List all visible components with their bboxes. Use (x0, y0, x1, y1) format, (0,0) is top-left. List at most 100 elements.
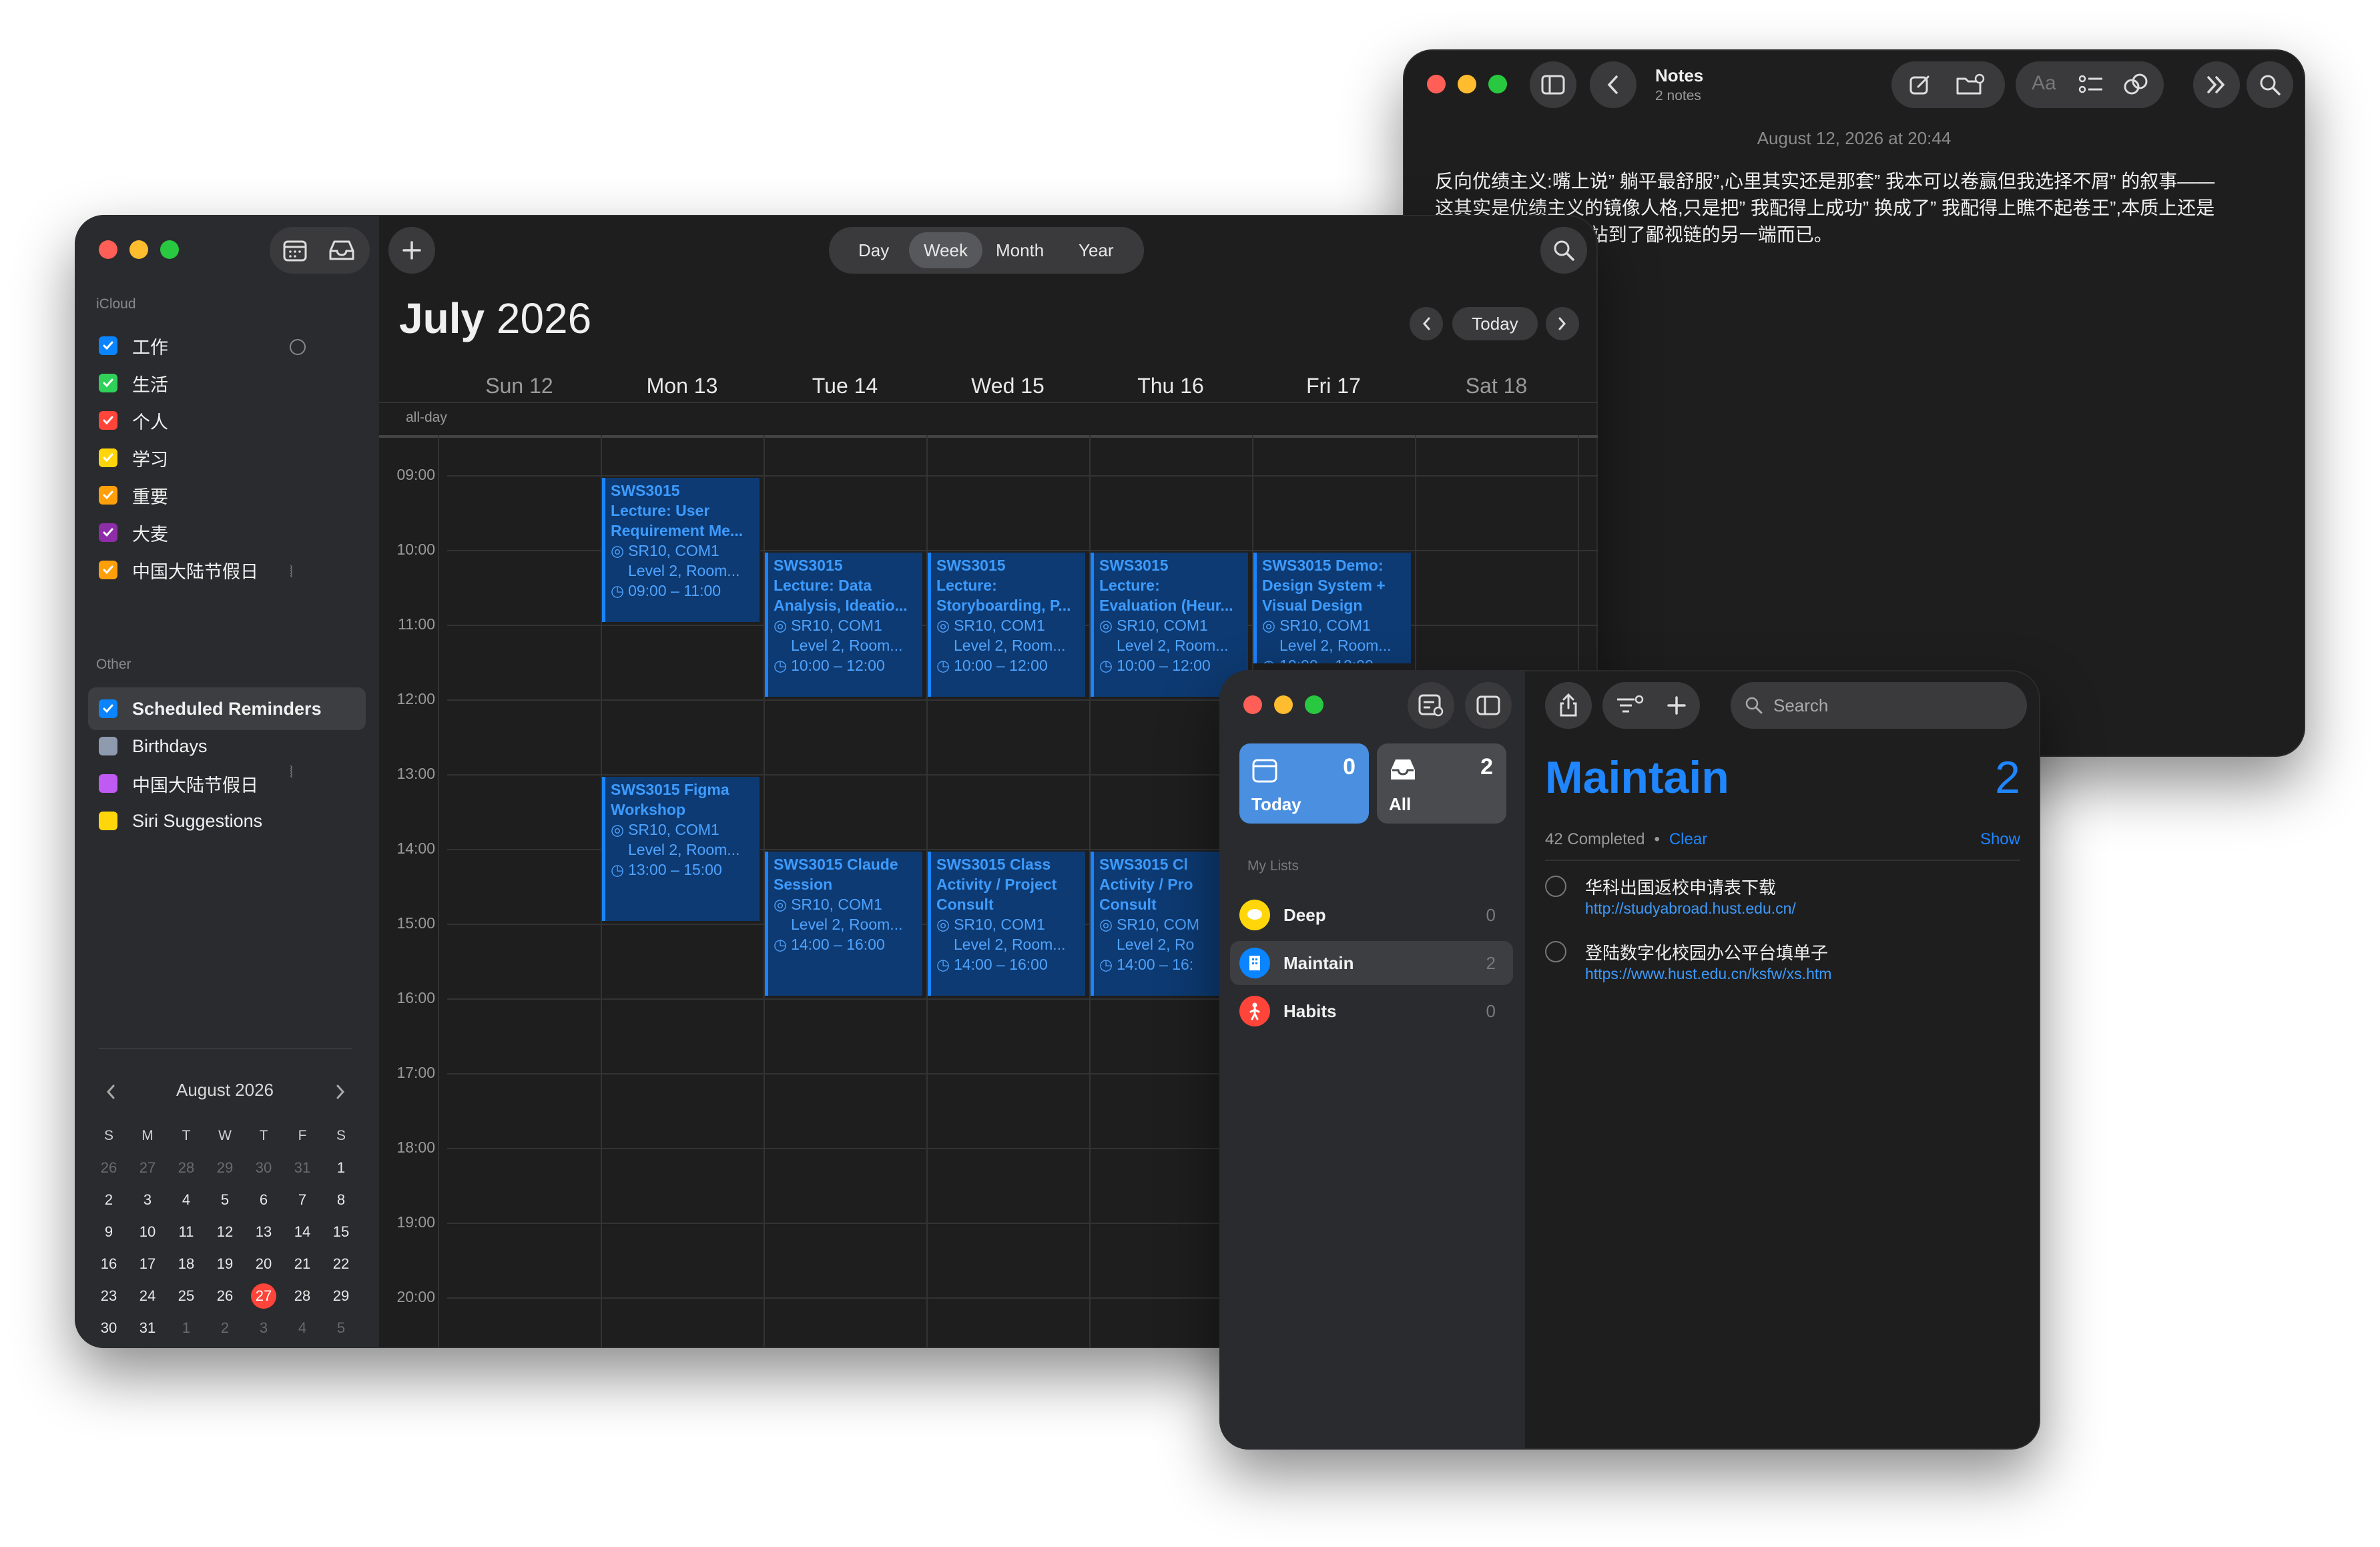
mini-day[interactable]: 11 (167, 1216, 206, 1248)
checkbox[interactable] (99, 448, 117, 467)
today-button[interactable]: Today (1452, 307, 1538, 340)
clear-button[interactable]: Clear (1669, 830, 1707, 849)
minimize-button[interactable] (1274, 695, 1293, 714)
zoom-button[interactable] (160, 240, 179, 259)
mini-day[interactable]: 23 (89, 1280, 128, 1312)
new-folder-button[interactable] (1956, 73, 1985, 96)
mini-day[interactable]: 4 (283, 1312, 322, 1344)
mini-day[interactable]: 7 (283, 1184, 322, 1216)
calendar-item[interactable]: 大麦 (99, 513, 372, 553)
tab-day[interactable]: Day (844, 232, 904, 268)
day-header[interactable]: Fri 17 (1252, 374, 1415, 398)
calendar-search-button[interactable] (1540, 227, 1587, 274)
calendar-event[interactable]: SWS3015 Lecture: User Requirement Me... ◎ SR… (602, 478, 760, 622)
mini-day[interactable]: 18 (167, 1248, 206, 1280)
mini-day[interactable]: 2 (89, 1184, 128, 1216)
calendar-event[interactable]: SWS3015 Figma Workshop ◎ SR10, COM1 Level 2,… (602, 777, 760, 921)
checkbox[interactable] (99, 374, 117, 392)
reminder-url[interactable]: https://www.hust.edu.cn/ksfw/xs.htm (1585, 965, 1831, 983)
mini-day[interactable]: 31 (128, 1312, 167, 1344)
more-button[interactable] (2193, 61, 2240, 108)
inbox-button[interactable] (328, 239, 355, 262)
mini-day[interactable]: 17 (128, 1248, 167, 1280)
checkbox[interactable] (99, 561, 117, 579)
reminder-item[interactable]: 登陆数字化校园办公平台填单子 https://www.hust.edu.cn/ks… (1545, 940, 2020, 1000)
previous-week-button[interactable] (1410, 307, 1443, 340)
tab-year[interactable]: Year (1064, 232, 1129, 268)
mini-day[interactable]: 1 (167, 1312, 206, 1344)
calendar-item[interactable]: 工作 (99, 326, 372, 366)
mini-day[interactable]: 16 (89, 1248, 128, 1280)
calendar-event[interactable]: SWS3015 Claude Session ◎ SR10, COM1 Level 2,… (765, 852, 922, 996)
mini-day[interactable]: 30 (244, 1152, 283, 1184)
format-button[interactable]: Aa (2032, 72, 2056, 95)
checkbox[interactable] (99, 699, 117, 718)
sidebar-list-deep[interactable]: Deep 0 (1230, 893, 1513, 937)
share-collab-button[interactable] (2122, 72, 2149, 97)
calendar-item[interactable]: Siri Suggestions (99, 801, 372, 841)
smart-list-button[interactable] (1408, 682, 1454, 729)
minimize-button[interactable] (1458, 75, 1476, 93)
day-header[interactable]: Thu 16 (1089, 374, 1252, 398)
calendar-event[interactable]: SWS3015 Class Activity / Project Consult ◎ S… (928, 852, 1085, 996)
mini-day[interactable]: 15 (322, 1216, 360, 1248)
close-button[interactable] (99, 240, 117, 259)
calendar-item[interactable]: 学习 (99, 438, 372, 478)
calendar-item[interactable]: 生活 (99, 363, 372, 403)
show-completed-button[interactable]: Show (1980, 830, 2020, 849)
mini-day[interactable]: 28 (283, 1280, 322, 1312)
checkbox[interactable] (99, 737, 117, 755)
compose-button[interactable] (1909, 73, 1931, 96)
checkbox[interactable] (99, 486, 117, 505)
mini-day[interactable]: 8 (322, 1184, 360, 1216)
mini-day[interactable]: 31 (283, 1152, 322, 1184)
mini-day[interactable]: 20 (244, 1248, 283, 1280)
calendar-item[interactable]: Birthdays (99, 726, 372, 766)
zoom-button[interactable] (1305, 695, 1323, 714)
all-smart-list[interactable]: 2 All (1377, 743, 1506, 824)
search-field[interactable]: Search (1731, 682, 2027, 729)
day-header[interactable]: Tue 14 (764, 374, 926, 398)
mini-day[interactable]: 12 (206, 1216, 244, 1248)
minimize-button[interactable] (129, 240, 148, 259)
mini-day[interactable]: 29 (322, 1280, 360, 1312)
close-button[interactable] (1243, 695, 1262, 714)
reminder-url[interactable]: http://studyabroad.hust.edu.cn/ (1585, 900, 1796, 918)
mini-next-button[interactable] (335, 1084, 346, 1100)
mini-day[interactable]: 30 (89, 1312, 128, 1344)
add-reminder-button[interactable] (1667, 695, 1687, 715)
mini-day[interactable]: 2 (206, 1312, 244, 1344)
sidebar-toggle-button[interactable] (1465, 682, 1512, 729)
calendar-item[interactable]: 中国大陆节假日 (99, 763, 372, 804)
calendar-item[interactable]: Scheduled Reminders (99, 689, 372, 729)
add-event-button[interactable] (388, 227, 435, 274)
reminder-checkbox[interactable] (1545, 876, 1566, 897)
zoom-button[interactable] (1488, 75, 1507, 93)
mini-day[interactable]: 29 (206, 1152, 244, 1184)
calendar-event[interactable]: SWS3015 Demo: Design System + Visual Desig… (1253, 553, 1411, 663)
day-header[interactable]: Sat 18 (1415, 374, 1578, 398)
close-button[interactable] (1427, 75, 1446, 93)
calendar-event[interactable]: SWS3015 Lecture: Storyboarding, P... ◎ SR10,… (928, 553, 1085, 697)
mini-day[interactable]: 27 (128, 1152, 167, 1184)
mini-day[interactable]: 10 (128, 1216, 167, 1248)
mini-day[interactable]: 14 (283, 1216, 322, 1248)
checkbox[interactable] (99, 411, 117, 430)
mini-day[interactable]: 9 (89, 1216, 128, 1248)
back-button[interactable] (1590, 61, 1637, 108)
reminder-checkbox[interactable] (1545, 941, 1566, 962)
checkbox[interactable] (99, 812, 117, 830)
sidebar-list-maintain[interactable]: Maintain 2 (1230, 941, 1513, 985)
notes-search-button[interactable] (2247, 61, 2293, 108)
mini-day[interactable]: 3 (244, 1312, 283, 1344)
mini-day[interactable]: 6 (244, 1184, 283, 1216)
sidebar-list-habits[interactable]: Habits 0 (1230, 989, 1513, 1033)
mini-day[interactable]: 5 (322, 1312, 360, 1344)
checkbox[interactable] (99, 774, 117, 793)
calendar-item[interactable]: 个人 (99, 400, 372, 440)
calendar-item[interactable]: 重要 (99, 475, 372, 515)
mini-day[interactable]: 19 (206, 1248, 244, 1280)
checkbox[interactable] (99, 336, 117, 355)
mini-day[interactable]: 3 (128, 1184, 167, 1216)
mini-day[interactable]: 27 (244, 1280, 283, 1312)
